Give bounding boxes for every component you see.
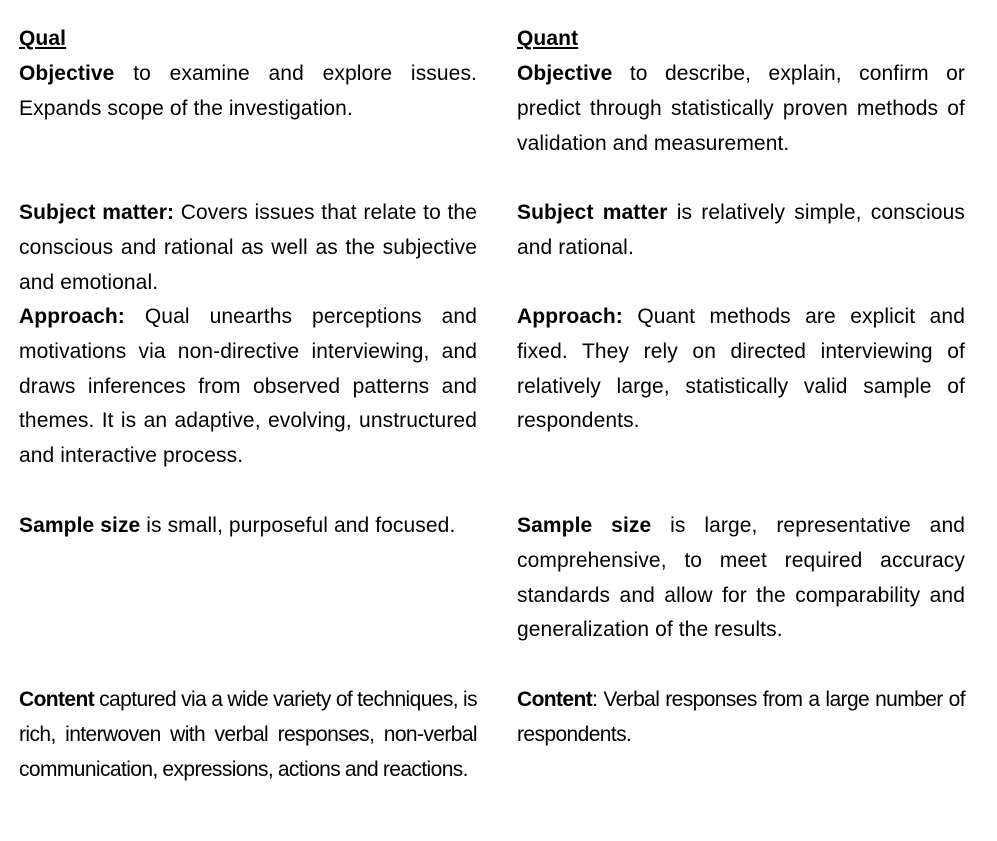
qual-objective-label: Objective (19, 62, 115, 85)
quant-subject-matter: Subject matter is relatively simple, con… (517, 196, 965, 266)
qual-content: Content captured via a wide variety of t… (19, 683, 478, 787)
qual-approach: Approach: Qual unearths perceptions and … (19, 300, 477, 474)
qual-heading: Qual (19, 27, 67, 50)
quant-content: Content: Verbal responses from a large n… (517, 683, 966, 753)
qual-content-label: Content (19, 688, 95, 711)
quant-sample-size-label: Sample size (517, 514, 652, 537)
qual-subject-matter-label: Subject matter: (19, 201, 175, 224)
qual-approach-label: Approach: (19, 305, 125, 328)
qual-approach-text: Qual unearths perceptions and motivation… (19, 305, 477, 468)
quant-content-label: Content (517, 688, 593, 711)
qual-sample-size: Sample size is small, purposeful and foc… (19, 509, 477, 544)
qual-objective: Objective to examine and explore issues.… (19, 57, 477, 127)
qual-sample-size-text: is small, purposeful and focused. (140, 514, 456, 537)
quant-approach-label: Approach: (517, 305, 623, 328)
quant-heading: Quant (517, 27, 579, 50)
qual-subject-matter: Subject matter: Covers issues that relat… (19, 196, 477, 300)
quant-approach: Approach: Quant methods are explicit and… (517, 300, 965, 439)
quant-subject-matter-label: Subject matter (517, 201, 668, 224)
quant-sample-size: Sample size is large, representative and… (517, 509, 965, 648)
quant-objective-label: Objective (517, 62, 613, 85)
quant-objective: Objective to describe, explain, confirm … (517, 57, 965, 161)
qual-sample-size-label: Sample size (19, 514, 141, 537)
